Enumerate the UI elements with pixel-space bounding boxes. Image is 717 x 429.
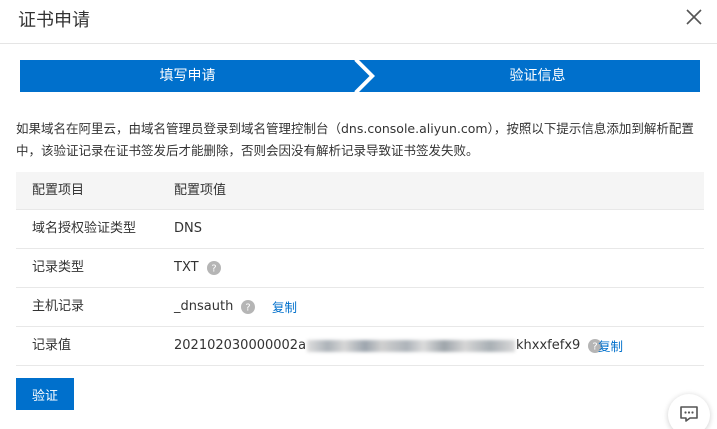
svg-text:?: ? <box>211 264 216 275</box>
table-row: 主机记录 _dnsauth ? 复制 <box>16 288 704 327</box>
row-key: 记录值 <box>32 338 72 353</box>
row-value-wrap: _dnsauth ? <box>174 288 256 326</box>
table-row: 域名授权验证类型 DNS <box>16 210 704 249</box>
record-value-suffix: khxxfefx9 <box>516 338 581 353</box>
column-header-item: 配置项目 <box>32 183 85 198</box>
dialog-title: 证书申请 <box>18 10 90 31</box>
row-key: 主机记录 <box>32 299 85 314</box>
dialog-header: 证书申请 <box>0 0 717 44</box>
step-progress: 填写申请 验证信息 <box>20 60 700 92</box>
row-value: _dnsauth <box>174 299 234 314</box>
row-value-wrap: TXT ? <box>174 249 221 287</box>
table-row: 记录值 202102030000002a khxxfefx9 ? 复制 <box>16 327 704 366</box>
table-row: 记录类型 TXT ? <box>16 249 704 288</box>
record-value-prefix: 202102030000002a <box>174 338 307 353</box>
row-key: 记录类型 <box>32 260 85 275</box>
copy-record-value-link[interactable]: 复制 <box>598 327 623 367</box>
chat-icon[interactable] <box>668 394 710 429</box>
close-icon[interactable] <box>683 6 705 28</box>
row-value: TXT <box>174 260 199 275</box>
question-circle-icon[interactable]: ? <box>241 300 256 314</box>
row-value: DNS <box>174 221 202 236</box>
question-circle-icon[interactable]: ? <box>206 261 221 275</box>
column-header-value: 配置项值 <box>174 183 227 198</box>
instruction-text: 如果域名在阿里云，由域名管理员登录到域名管理控制台（dns.console.al… <box>16 121 694 158</box>
row-value-wrap: 202102030000002a khxxfefx9 ? <box>174 327 603 365</box>
blurred-record-value <box>307 340 516 352</box>
copy-host-record-link[interactable]: 复制 <box>272 288 297 328</box>
step-verify-info: 验证信息 <box>509 68 566 84</box>
table-header-row: 配置项目 配置项值 <box>16 172 704 210</box>
row-key: 域名授权验证类型 <box>32 221 137 236</box>
config-table: 配置项目 配置项值 域名授权验证类型 DNS 记录类型 TXT ? 主机记录 _… <box>16 172 704 366</box>
step-fill-application: 填写申请 <box>159 68 216 84</box>
verify-button[interactable]: 验证 <box>16 378 74 410</box>
svg-text:?: ? <box>246 303 251 314</box>
